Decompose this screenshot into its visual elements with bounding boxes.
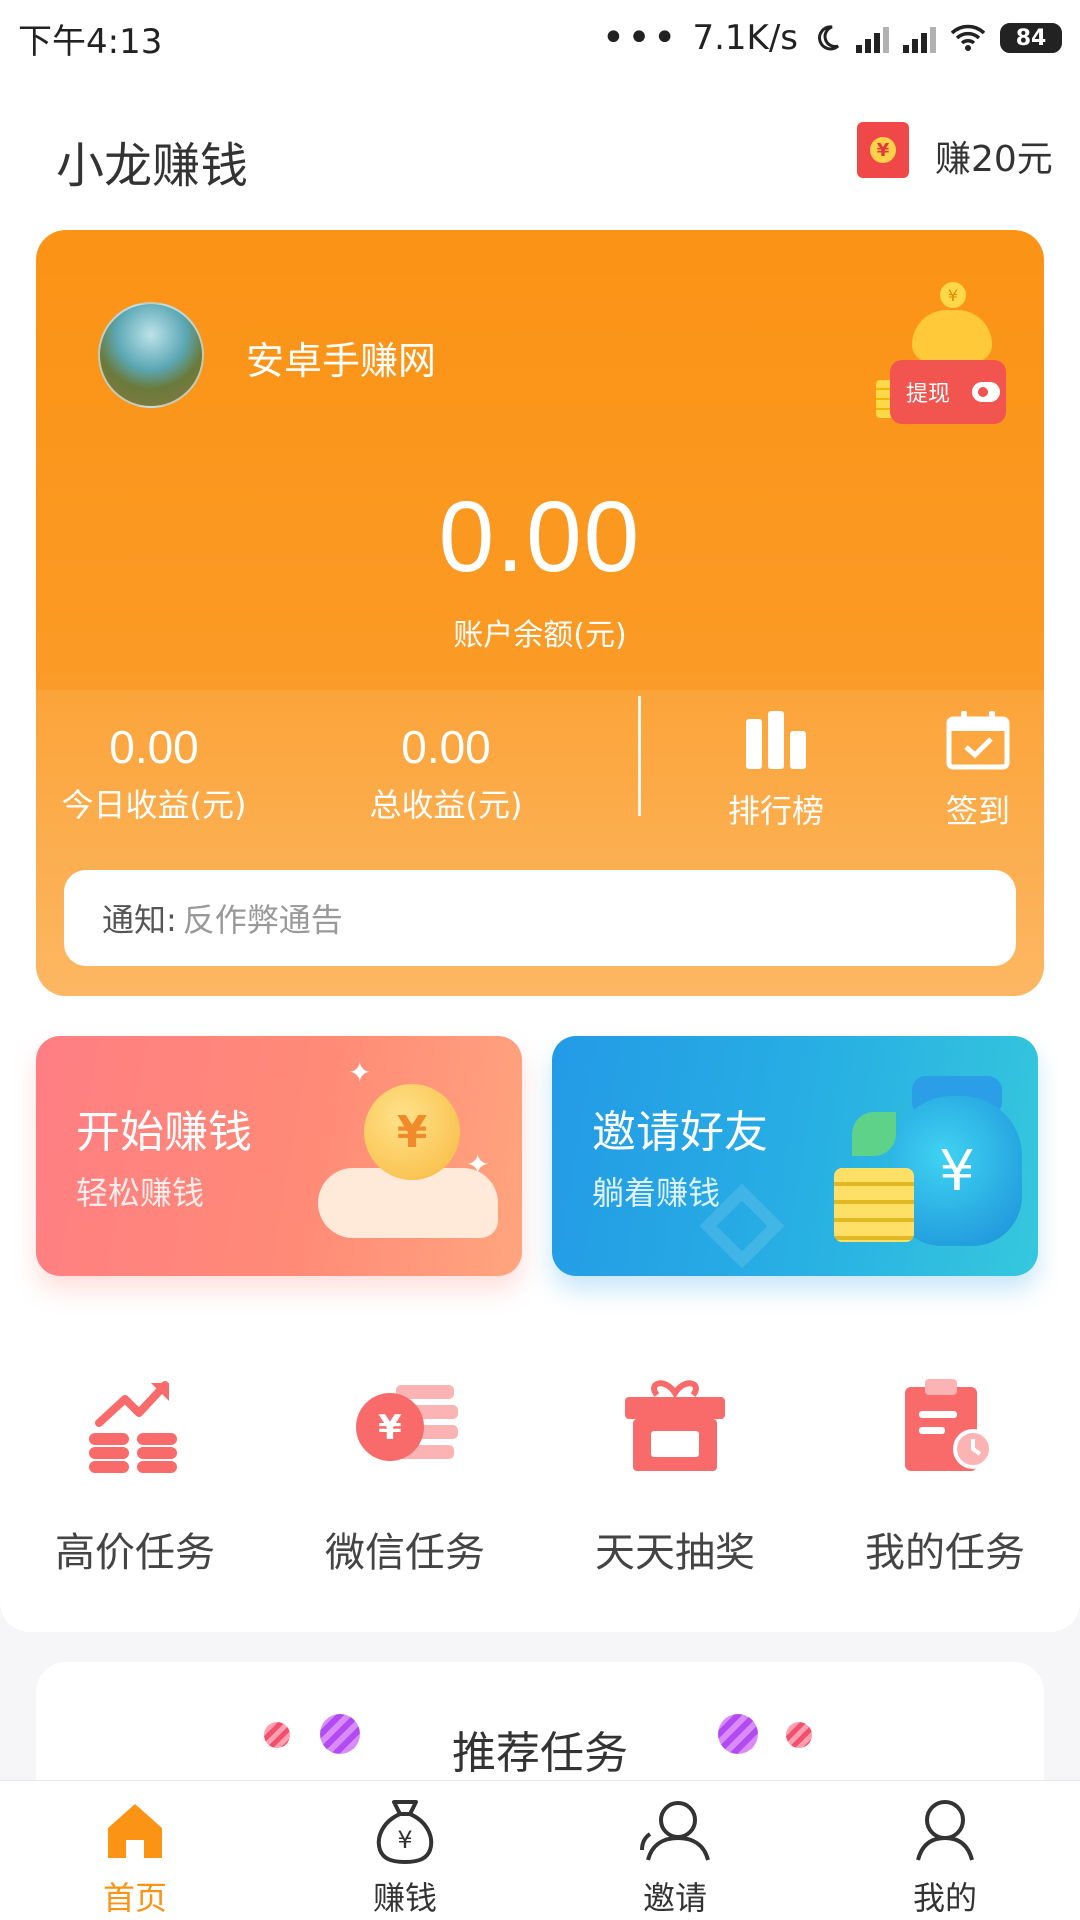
balance-label: 账户余额(元) (453, 618, 627, 653)
person-icon (865, 1793, 1025, 1869)
nav-invite-label: 邀请 (642, 1879, 707, 1917)
withdraw-label: 提现 (906, 382, 951, 407)
ranking-button[interactable]: 排行榜 (696, 700, 856, 832)
coin-icon: ¥ (940, 282, 966, 308)
account-card: 安卓手赚网 ¥ 提现 0.00 账户余额(元) 0.00 今日收益(元) 0.0… (36, 230, 1044, 996)
battery-icon: 84 (1000, 23, 1062, 53)
balance-value: 0.00 (438, 481, 642, 593)
bar-chart-icon (696, 700, 856, 780)
total-earnings: 0.00 总收益(元) (336, 720, 556, 826)
recommended-title: 推荐任务 (452, 1728, 628, 1779)
signal-icon (856, 23, 889, 53)
net-speed: 7.1K/s (692, 18, 798, 58)
daily-lottery-label: 天天抽奖 (595, 1530, 755, 1576)
clipboard-clock-icon (835, 1370, 1055, 1480)
withdraw-button[interactable]: ¥ 提现 (876, 282, 1016, 432)
total-earnings-value: 0.00 (401, 721, 491, 773)
nav-earn[interactable]: ¥ 赚钱 (325, 1793, 485, 1919)
wechat-tasks-button[interactable]: ¥ 微信任务 (295, 1370, 515, 1578)
yuan-glyph: ¥ (378, 1408, 402, 1448)
calendar-check-icon (898, 700, 1044, 780)
wallet-icon: 提现 (890, 360, 1006, 424)
today-earnings-label: 今日收益(元) (61, 786, 247, 824)
invite-friends-title: 邀请好友 (592, 1107, 768, 1158)
status-icons: ••• 7.1K/s 84 (602, 18, 1062, 58)
today-earnings: 0.00 今日收益(元) (44, 720, 264, 826)
total-earnings-label: 总收益(元) (369, 786, 523, 824)
chart-coins-icon (25, 1370, 245, 1480)
home-icon (55, 1793, 215, 1869)
invite-person-icon (595, 1793, 755, 1869)
status-time: 下午4:13 (18, 21, 163, 62)
yuan-coin-icon: ¥ (295, 1370, 515, 1480)
my-tasks-label: 我的任务 (865, 1530, 1025, 1576)
more-dots-icon: ••• (601, 15, 679, 61)
daily-lottery-button[interactable]: 天天抽奖 (565, 1370, 785, 1578)
nav-invite[interactable]: 邀请 (595, 1793, 755, 1919)
start-earning-banner[interactable]: 开始赚钱 轻松赚钱 ✦ ✦ ¥ (36, 1036, 522, 1276)
money-bag-icon: ¥ (325, 1793, 485, 1869)
decor-ball-icon-3 (718, 1714, 758, 1754)
start-earning-subtitle: 轻松赚钱 (76, 1174, 205, 1212)
wifi-icon (950, 24, 986, 51)
nav-earn-label: 赚钱 (372, 1879, 437, 1917)
avatar[interactable] (98, 302, 204, 408)
sparkle-icon: ✦ (348, 1056, 372, 1089)
notice-label: 通知: (102, 901, 177, 939)
wallet-clasp (972, 382, 1000, 402)
status-bar: 下午4:13 ••• 7.1K/s 84 (0, 0, 1080, 76)
app-title: 小龙赚钱 (56, 138, 249, 194)
sprout-icon (852, 1112, 896, 1156)
signal-icon-2 (903, 23, 936, 53)
invite-friends-subtitle: 躺着赚钱 (592, 1174, 721, 1212)
invite-friends-banner[interactable]: 邀请好友 躺着赚钱 ¥ (552, 1036, 1038, 1276)
stats-divider (638, 696, 641, 816)
red-envelope-icon[interactable]: ¥ (857, 122, 909, 178)
nav-home-label: 首页 (102, 1879, 167, 1917)
yuan-glyph: ¥ (870, 137, 896, 163)
high-price-tasks-label: 高价任务 (55, 1530, 215, 1576)
nav-mine-label: 我的 (912, 1879, 977, 1917)
nav-home[interactable]: 首页 (55, 1793, 215, 1919)
username: 安卓手赚网 (246, 339, 437, 383)
today-earnings-value: 0.00 (109, 721, 199, 773)
yuan-coin-icon: ¥ (364, 1084, 460, 1180)
my-tasks-button[interactable]: 我的任务 (835, 1370, 1055, 1578)
piggy-bank-icon (912, 310, 992, 362)
bottom-nav: 首页 ¥ 赚钱 邀请 我的 (0, 1780, 1080, 1920)
wechat-tasks-label: 微信任务 (325, 1530, 485, 1576)
notice-bar[interactable]: 通知: 反作弊通告 (64, 870, 1016, 966)
decor-ball-icon-4 (786, 1722, 812, 1748)
start-earning-title: 开始赚钱 (76, 1107, 252, 1158)
yuan-glyph: ¥ (397, 1826, 412, 1854)
ranking-label: 排行榜 (727, 792, 824, 830)
notice-text: 反作弊通告 (182, 901, 343, 939)
high-price-tasks-button[interactable]: 高价任务 (25, 1370, 245, 1578)
checkin-label: 签到 (945, 792, 1010, 830)
coin-stack-icon (834, 1168, 914, 1242)
gift-box-icon (565, 1370, 785, 1480)
earn-20-button[interactable]: 赚20元 (935, 130, 1053, 182)
nav-mine[interactable]: 我的 (865, 1793, 1025, 1919)
moon-icon (818, 25, 840, 51)
checkin-button[interactable]: 签到 (898, 700, 1044, 832)
